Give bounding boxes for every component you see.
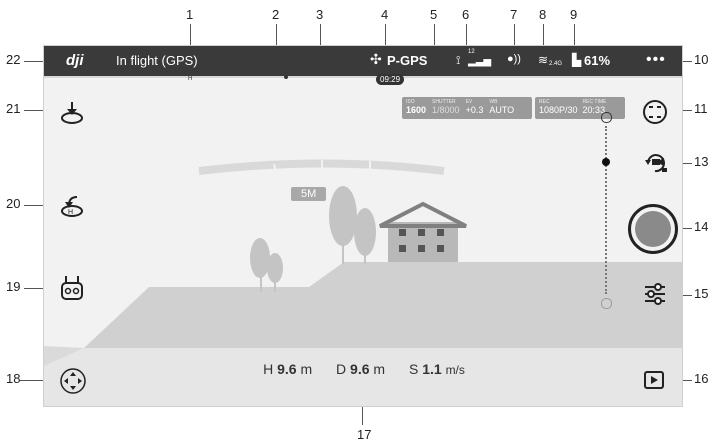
callout-20: 20 (6, 196, 21, 211)
obstacle-distance: 5M (291, 187, 327, 201)
top-status-bar: dji In flight (GPS) ✣ P-GPS ⟟ 12 ▂▃▅ ●))… (44, 46, 682, 76)
distance-readout: D 9.6 m (336, 361, 385, 377)
callout-2: 2 (272, 7, 280, 22)
callout-15: 15 (694, 286, 709, 301)
shutter-button[interactable] (628, 204, 678, 254)
focus-metering-icon[interactable] (641, 98, 669, 126)
callout-4: 4 (381, 7, 389, 22)
distance-label: D (336, 361, 347, 377)
callout-19: 19 (6, 279, 21, 294)
wifi-band: 2.4G (549, 61, 563, 67)
speed-value: 1.1 (422, 361, 442, 377)
distance-unit: m (373, 361, 386, 377)
dji-logo[interactable]: dji (66, 52, 84, 69)
camera-view-screen: 5M dji In flight (GPS) ✣ P-GPS ⟟ 12 ▂▃▅ … (43, 45, 683, 407)
drone-icon: ✣ (370, 51, 382, 67)
video-format: 1080P/30 (539, 105, 578, 115)
aircraft-position-marker (284, 75, 288, 79)
distance-value: 9.6 (350, 361, 370, 377)
battery-progress-track (44, 76, 682, 78)
wb-value: AUTO (489, 105, 515, 115)
wifi-signal-icon: ≋ (538, 53, 549, 67)
height-unit: m (300, 361, 313, 377)
callout-7: 7 (510, 7, 518, 22)
svg-text:H: H (68, 209, 73, 216)
callout-16: 16 (694, 371, 709, 386)
callout-5: 5 (430, 7, 438, 22)
gimbal-handle[interactable] (602, 158, 610, 166)
gimbal-top-icon (601, 112, 612, 123)
photo-video-switch-icon[interactable] (641, 149, 671, 177)
height-value: 9.6 (277, 361, 297, 377)
battery-icon: ▙ (572, 53, 582, 67)
aircraft-status[interactable]: In flight (GPS) (116, 53, 198, 68)
callout-10: 10 (694, 52, 709, 67)
camera-parameters[interactable]: ISO 1600 SHUTTER 1/8000 EV +0.3 WB AUTO (402, 97, 532, 119)
more-settings-button[interactable]: ••• (646, 51, 666, 69)
callout-14: 14 (694, 219, 709, 234)
battery-level[interactable]: 61% (584, 53, 610, 68)
return-to-home-icon[interactable]: H (58, 191, 86, 219)
speed-unit: m/s (445, 363, 465, 377)
speed-label: S (408, 361, 419, 377)
camera-settings-icon[interactable] (641, 280, 669, 308)
callout-11: 11 (694, 101, 708, 116)
callout-18: 18 (6, 371, 21, 386)
callout-9: 9 (570, 7, 578, 22)
gps-sat-count: 12 (468, 49, 475, 55)
flight-time: 09:29 (376, 74, 405, 85)
flight-mode[interactable]: P-GPS (387, 53, 427, 68)
callout-13: 13 (694, 154, 709, 169)
auto-takeoff-icon[interactable] (58, 98, 86, 126)
speed-readout: S 1.1 m/s (409, 361, 465, 377)
callout-3: 3 (316, 7, 324, 22)
gps-signal-icon: ▂▃▅ (468, 56, 492, 67)
shutter-value: 1/8000 (432, 105, 460, 115)
gps-icon: ⟟ (456, 53, 461, 67)
gimbal-bottom-icon (601, 298, 612, 309)
height-readout: H 9.6 m (263, 361, 312, 377)
remote-signal-icon: ●)) (507, 53, 521, 65)
callout-1: 1 (186, 7, 194, 22)
callout-21: 21 (6, 101, 21, 116)
home-marker-icon: H (188, 76, 193, 82)
callout-6: 6 (462, 7, 470, 22)
gimbal-track (605, 126, 607, 294)
callout-17: 17 (357, 427, 372, 442)
flight-telemetry: H 9.6 m D 9.6 m S 1.1 m/s (44, 361, 682, 377)
iso-value: 1600 (406, 105, 427, 115)
gimbal-slider[interactable] (599, 112, 613, 309)
height-label: H (263, 361, 274, 377)
shutter-button-inner (635, 211, 671, 247)
callout-8: 8 (539, 7, 547, 22)
callout-22: 22 (6, 52, 21, 67)
ev-value: +0.3 (465, 105, 484, 115)
remote-controller-icon[interactable] (58, 273, 86, 303)
